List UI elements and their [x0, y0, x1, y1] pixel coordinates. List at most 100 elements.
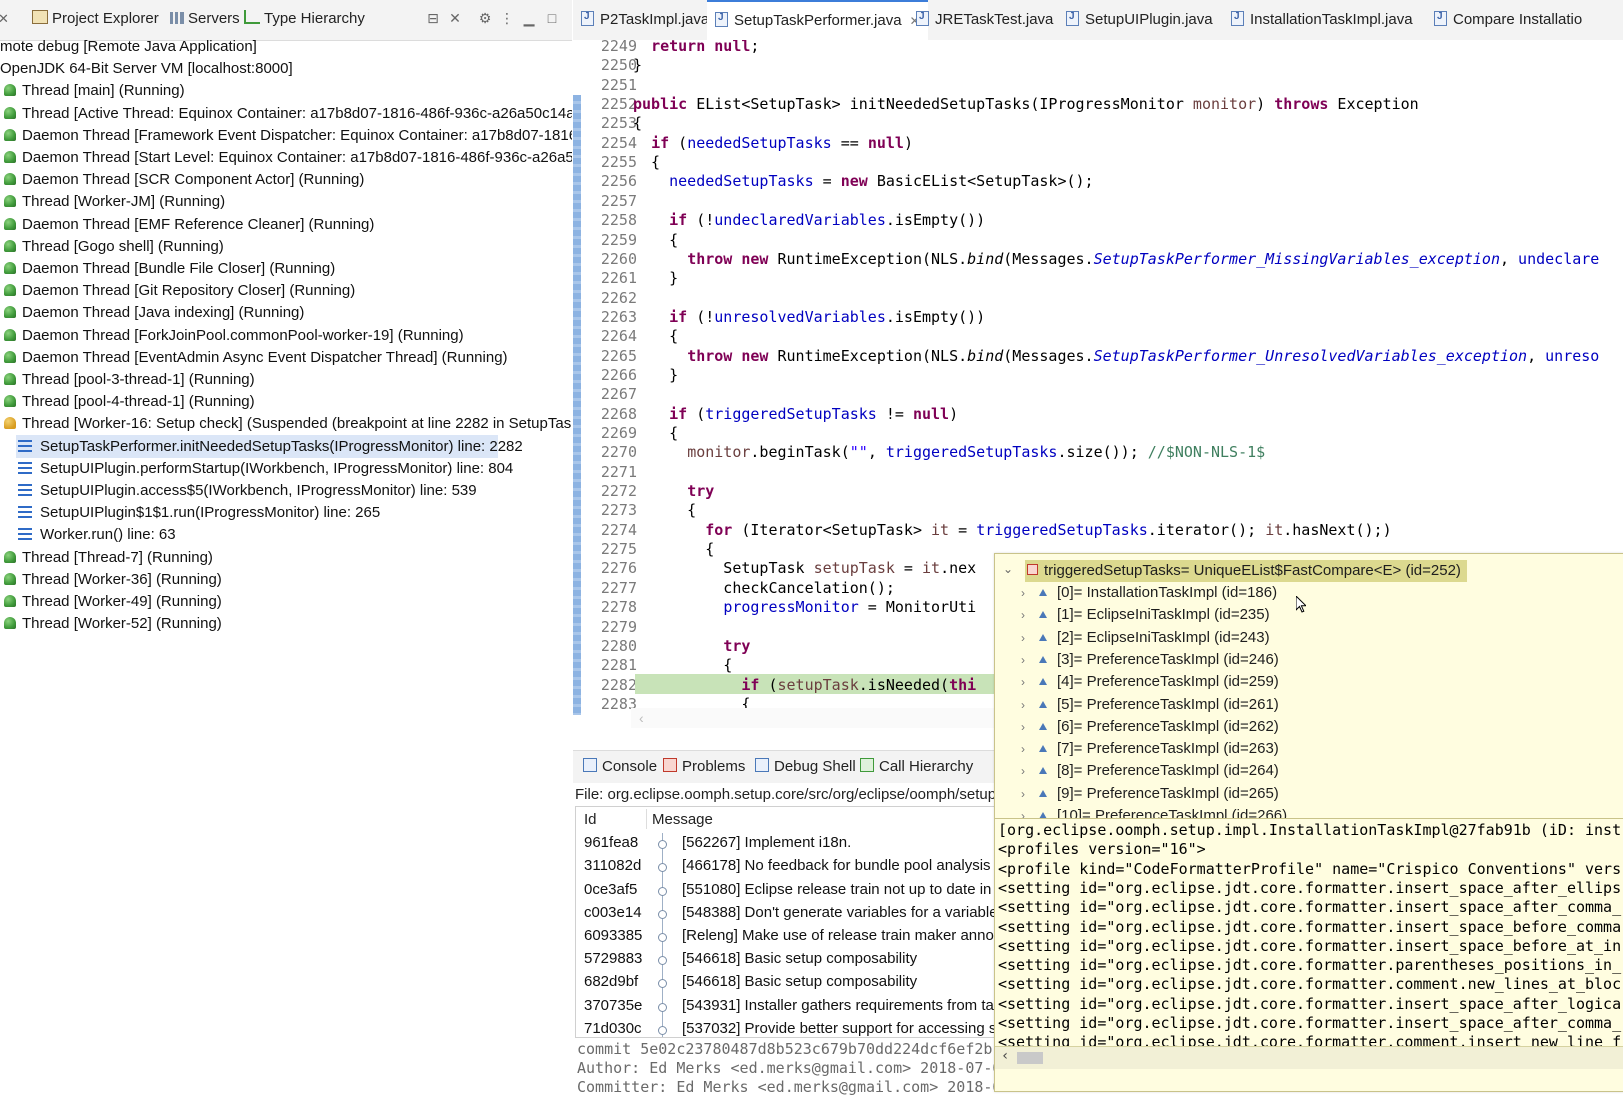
editor-tab[interactable]: SetupUIPlugin.java [1058, 0, 1221, 40]
code-line[interactable]: try [633, 481, 714, 501]
code-line[interactable]: for (Iterator<SetupTask> it = triggeredS… [633, 520, 1391, 540]
view-menu-button[interactable]: ⋮ [498, 9, 516, 27]
code-line[interactable]: if (setupTask.isNeeded(thi [633, 675, 976, 695]
code-line[interactable]: neededSetupTasks = new BasicEList<SetupT… [633, 171, 1093, 191]
code-line[interactable]: public EList<SetupTask> initNeededSetupT… [633, 94, 1419, 114]
commit-id[interactable]: 5729883 [584, 950, 642, 967]
tab-console[interactable]: Console [583, 758, 657, 775]
commit-message[interactable]: [537032] Provide better support for acce… [682, 1020, 996, 1037]
code-line[interactable]: { [633, 423, 678, 443]
launch-row[interactable]: OpenJDK 64-Bit Server VM [localhost:8000… [0, 57, 293, 80]
commit-message[interactable]: [466178] No feedback for bundle pool ana… [682, 857, 991, 874]
hover-root-variable[interactable]: triggeredSetupTasks= UniqueEList$FastCom… [1025, 560, 1467, 582]
tab-servers[interactable]: Servers [170, 10, 240, 32]
commit-message[interactable]: [Releng] Make use of release train maker… [682, 927, 998, 944]
tab-call-hierarchy[interactable]: Call Hierarchy [860, 758, 973, 775]
expand-arrow-icon[interactable]: › [1021, 742, 1025, 756]
stack-frame-row[interactable]: SetupTaskPerformer.initNeededSetupTasks(… [16, 434, 523, 458]
hover-detail-pane[interactable]: [org.eclipse.oomph.setup.impl.Installati… [995, 818, 1623, 1069]
expand-chevron-icon[interactable]: ⌄ [1003, 562, 1013, 576]
hover-list-element[interactable]: › [10]= PreferenceTaskImpl (id=266) [1021, 805, 1287, 818]
commit-id[interactable]: 71d030c [584, 1020, 642, 1037]
code-line[interactable]: throw new RuntimeException(NLS.bind(Mess… [633, 346, 1599, 366]
thread-row[interactable]: Thread [Worker-16: Setup check] (Suspend… [4, 412, 572, 435]
thread-row[interactable]: Thread [Gogo shell] (Running) [4, 235, 224, 258]
toolbar-icon-button[interactable]: ⚙ [476, 9, 494, 27]
commit-id[interactable]: 0ce3af5 [584, 881, 637, 898]
commit-message[interactable]: [562267] Implement i18n. [682, 834, 851, 851]
stack-frame-row[interactable]: Worker.run() line: 63 [18, 523, 176, 546]
tab-type-hierarchy[interactable]: Type Hierarchy [244, 10, 365, 32]
code-line[interactable]: if (!undeclaredVariables.isEmpty()) [633, 210, 985, 230]
hover-list-element[interactable]: › [8]= PreferenceTaskImpl (id=264) [1021, 760, 1279, 782]
editor-tab[interactable]: InstallationTaskImpl.java [1223, 0, 1421, 40]
expand-arrow-icon[interactable]: › [1021, 586, 1025, 600]
stack-frame-row[interactable]: SetupUIPlugin.access$5(IWorkbench, IProg… [18, 479, 477, 502]
expand-arrow-icon[interactable]: › [1021, 787, 1025, 801]
tab-debug-shell[interactable]: Debug Shell [755, 758, 856, 775]
code-line[interactable]: { [633, 655, 732, 675]
editor-tab[interactable]: SetupTaskPerformer.java✕ [707, 0, 928, 40]
hover-list-element[interactable]: › [7]= PreferenceTaskImpl (id=263) [1021, 738, 1279, 760]
hover-horizontal-scrollbar[interactable]: ‹ [995, 1046, 1623, 1069]
code-line[interactable]: } [633, 55, 642, 75]
thread-row[interactable]: Daemon Thread [Bundle File Closer] (Runn… [4, 257, 335, 280]
debug-tab-close-button[interactable]: ✕ [0, 10, 9, 32]
code-line[interactable]: progressMonitor = MonitorUti [633, 597, 976, 617]
expand-arrow-icon[interactable]: › [1021, 631, 1025, 645]
code-line[interactable]: } [633, 365, 678, 385]
commit-id[interactable]: 682d9bf [584, 973, 638, 990]
commit-message[interactable]: [546618] Basic setup composability [682, 950, 917, 967]
hover-list-element[interactable]: › [5]= PreferenceTaskImpl (id=261) [1021, 694, 1279, 716]
thread-row[interactable]: Daemon Thread [EMF Reference Cleaner] (R… [4, 213, 374, 236]
commit-message[interactable]: [551080] Eclipse release train not up to… [682, 881, 991, 898]
code-line[interactable]: throw new RuntimeException(NLS.bind(Mess… [633, 249, 1599, 269]
thread-row[interactable]: Thread [Worker-36] (Running) [4, 568, 222, 591]
column-header-id[interactable]: Id [584, 811, 597, 828]
expand-arrow-icon[interactable]: › [1021, 764, 1025, 778]
thread-row[interactable]: Thread [Active Thread: Equinox Container… [4, 102, 572, 125]
commit-message[interactable]: [548388] Don't generate variables for a … [682, 904, 998, 921]
stack-frame-row[interactable]: SetupUIPlugin$1$1.run(IProgressMonitor) … [18, 501, 380, 524]
thread-row[interactable]: Thread [Worker-JM] (Running) [4, 190, 225, 213]
commit-id[interactable]: 370735e [584, 997, 642, 1014]
code-line[interactable]: monitor.beginTask("", triggeredSetupTask… [633, 442, 1265, 462]
hover-list-element[interactable]: › [1]= EclipseIniTaskImpl (id=235) [1021, 604, 1270, 626]
editor-tab[interactable]: P2TaskImpl.java [573, 0, 717, 40]
thread-row[interactable]: Thread [pool-3-thread-1] (Running) [4, 368, 255, 391]
editor-tab[interactable]: JRETaskTest.java [908, 0, 1061, 40]
expand-arrow-icon[interactable]: › [1021, 809, 1025, 818]
thread-row[interactable]: Thread [Worker-49] (Running) [4, 590, 222, 613]
expand-arrow-icon[interactable]: › [1021, 720, 1025, 734]
thread-row[interactable]: Daemon Thread [Framework Event Dispatche… [4, 124, 572, 147]
code-line[interactable]: try [633, 636, 750, 656]
commit-id[interactable]: 311082d [584, 857, 641, 874]
commit-message[interactable]: [546618] Basic setup composability [682, 973, 917, 990]
scroll-thumb[interactable] [1017, 1052, 1043, 1064]
code-line[interactable]: { [633, 500, 696, 520]
commit-id[interactable]: 6093385 [584, 927, 642, 944]
minimize-view-button[interactable]: ▁ [520, 9, 538, 27]
code-line[interactable]: if (triggeredSetupTasks != null) [633, 404, 958, 424]
stack-frame-row[interactable]: SetupUIPlugin.performStartup(IWorkbench,… [18, 457, 513, 480]
expand-arrow-icon[interactable]: › [1021, 675, 1025, 689]
maximize-view-button[interactable]: □ [543, 9, 561, 27]
code-line[interactable]: { [633, 113, 642, 133]
tab-problems[interactable]: Problems [663, 758, 745, 775]
hover-list-element[interactable]: › [4]= PreferenceTaskImpl (id=259) [1021, 671, 1279, 693]
code-line[interactable]: SetupTask setupTask = it.nex [633, 558, 976, 578]
thread-row[interactable]: Daemon Thread [Start Level: Equinox Cont… [4, 146, 572, 169]
editor-tab[interactable]: Compare Installatio [1426, 0, 1590, 40]
hover-list-element[interactable]: › [0]= InstallationTaskImpl (id=186) [1021, 582, 1277, 604]
code-line[interactable]: } [633, 268, 678, 288]
tab-project-explorer[interactable]: Project Explorer [32, 10, 159, 32]
thread-row[interactable]: Thread [main] (Running) [4, 79, 185, 102]
thread-row[interactable]: Daemon Thread [Java indexing] (Running) [4, 301, 304, 324]
variable-hover-popup[interactable]: ⌄ triggeredSetupTasks= UniqueEList$FastC… [994, 553, 1623, 1092]
thread-row[interactable]: Daemon Thread [EventAdmin Async Event Di… [4, 346, 508, 369]
commit-id[interactable]: c003e14 [584, 904, 642, 921]
expand-arrow-icon[interactable]: › [1021, 608, 1025, 622]
expand-arrow-icon[interactable]: › [1021, 698, 1025, 712]
commit-message[interactable]: [543931] Installer gathers requirements … [682, 997, 994, 1014]
commit-id[interactable]: 961fea8 [584, 834, 638, 851]
